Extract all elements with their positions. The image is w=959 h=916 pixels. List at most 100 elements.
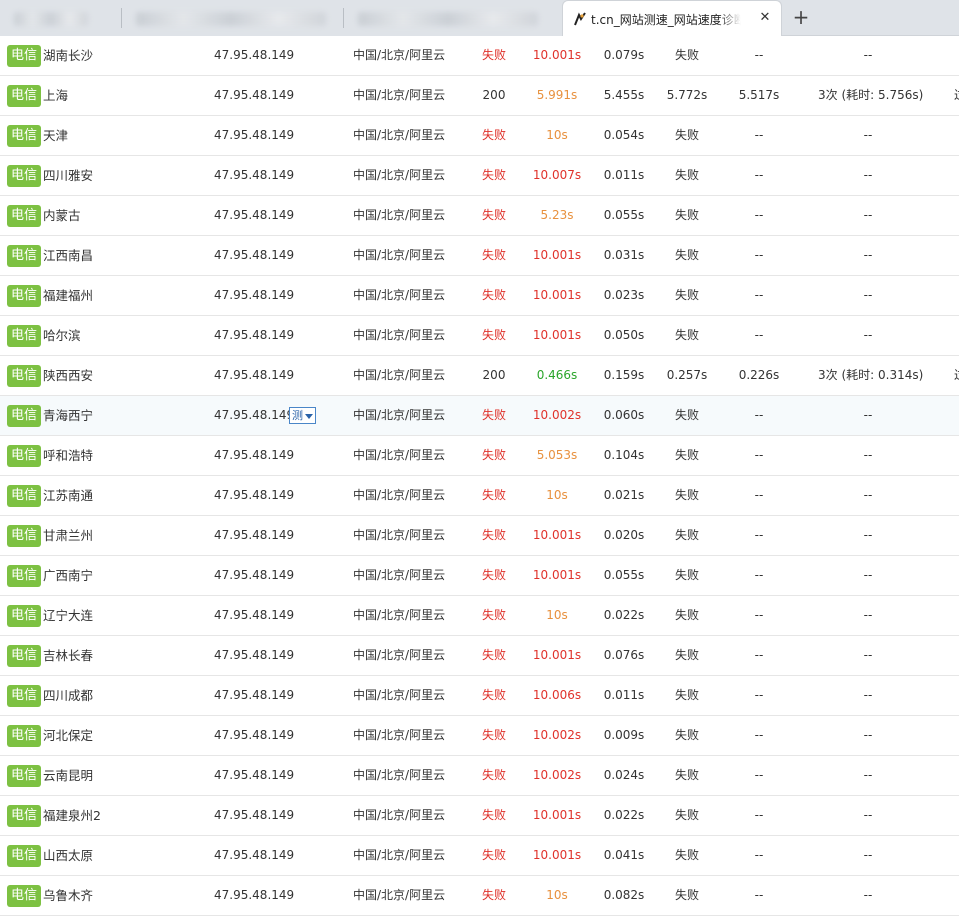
- connect-time: 失败: [674, 568, 699, 582]
- dns-time: 0.020s: [603, 528, 645, 542]
- table-row: 电信 吉林长春 47.95.48.149 中国/北京/阿里云 失败 10.001s 0.07…: [0, 636, 959, 676]
- ip-address: 47.95.48.149: [214, 528, 295, 542]
- test-dropdown-button[interactable]: 测: [289, 407, 316, 424]
- download-time: --: [754, 768, 764, 782]
- node-name: 吉林长春: [43, 648, 94, 663]
- dns-time: 0.060s: [603, 408, 645, 422]
- ip-address: 47.95.48.149: [214, 768, 295, 782]
- connect-time: 失败: [674, 208, 699, 222]
- http-status: 失败: [482, 288, 507, 302]
- redirect-info: --: [863, 248, 873, 262]
- site-favicon-icon: [574, 12, 586, 26]
- download-time: --: [754, 328, 764, 342]
- node-name: 乌鲁木齐: [43, 888, 94, 903]
- total-time: 10s: [546, 128, 568, 142]
- connect-time: 失败: [674, 248, 699, 262]
- redirect-info: --: [863, 328, 873, 342]
- ip-address: 47.95.48.149: [214, 48, 295, 62]
- dns-time: 0.104s: [603, 448, 645, 462]
- tab-title: t.cn_网站测速_网站速度诊断_: [591, 13, 741, 27]
- table-row: 电信 云南昆明 47.95.48.149 中国/北京/阿里云 失败 10.002s 0.02…: [0, 756, 959, 796]
- redirect-info: --: [863, 448, 873, 462]
- blurred-tab-title: [136, 12, 326, 26]
- download-time: --: [754, 808, 764, 822]
- isp-badge: 电信: [7, 645, 42, 667]
- redirect-info: --: [863, 408, 873, 422]
- isp-badge: 电信: [7, 365, 42, 387]
- node-name: 福建泉州2: [43, 808, 101, 823]
- dns-time: 0.054s: [603, 128, 645, 142]
- ip-location: 中国/北京/阿里云: [353, 248, 446, 262]
- isp-badge: 电信: [7, 205, 42, 227]
- close-tab-icon[interactable]: ✕: [757, 10, 773, 26]
- node-name: 天津: [43, 128, 69, 143]
- browser-tab[interactable]: [344, 0, 562, 36]
- connect-time: 失败: [674, 448, 699, 462]
- table-row: 电信 河北保定 47.95.48.149 中国/北京/阿里云 失败 10.002s 0.00…: [0, 716, 959, 756]
- isp-badge: 电信: [7, 765, 42, 787]
- connect-time: 失败: [674, 128, 699, 142]
- node-name: 四川雅安: [43, 168, 94, 183]
- node-name: 四川成都: [43, 688, 94, 703]
- ip-address: 47.95.48.149: [214, 608, 295, 622]
- test-button-label: 测: [292, 409, 303, 422]
- table-row: 电信 甘肃兰州 47.95.48.149 中国/北京/阿里云 失败 10.001s 0.02…: [0, 516, 959, 556]
- download-time: --: [754, 408, 764, 422]
- http-status: 失败: [482, 768, 507, 782]
- caret-down-icon: [305, 413, 313, 419]
- dns-time: 0.076s: [603, 648, 645, 662]
- node-name: 内蒙古: [43, 208, 81, 223]
- browser-tab-active[interactable]: t.cn_网站测速_网站速度诊断_ ✕: [562, 0, 782, 36]
- isp-badge: 电信: [7, 605, 42, 627]
- ip-address: 47.95.48.149: [214, 648, 295, 662]
- ip-location: 中国/北京/阿里云: [353, 568, 446, 582]
- ip-location: 中国/北京/阿里云: [353, 208, 446, 222]
- total-time: 10.001s: [532, 248, 582, 262]
- http-status: 200: [482, 368, 506, 382]
- node-name: 青海西宁: [43, 408, 94, 423]
- node-name: 江苏南通: [43, 488, 94, 503]
- total-time: 10s: [546, 888, 568, 902]
- table-row: 电信 上海 47.95.48.149 中国/北京/阿里云 200 5.991s 5.455s…: [0, 76, 959, 116]
- ip-address: 47.95.48.149: [214, 288, 295, 302]
- http-status: 失败: [482, 528, 507, 542]
- node-name: 湖南长沙: [43, 48, 94, 63]
- total-time: 10.007s: [532, 168, 582, 182]
- new-tab-button[interactable]: +: [789, 5, 813, 29]
- total-time: 10.001s: [532, 808, 582, 822]
- redirect-info: --: [863, 168, 873, 182]
- http-status: 失败: [482, 128, 507, 142]
- isp-badge: 电信: [7, 565, 42, 587]
- http-status: 失败: [482, 48, 507, 62]
- download-time: --: [754, 888, 764, 902]
- redirect-info: --: [863, 888, 873, 902]
- total-time: 10.001s: [532, 568, 582, 582]
- download-time: --: [754, 248, 764, 262]
- browser-tab[interactable]: [122, 0, 344, 36]
- ip-location: 中国/北京/阿里云: [353, 368, 446, 382]
- ip-location: 中国/北京/阿里云: [353, 408, 446, 422]
- table-row: 电信 呼和浩特 47.95.48.149 中国/北京/阿里云 失败 5.053s 0.104…: [0, 436, 959, 476]
- isp-badge: 电信: [7, 325, 42, 347]
- ip-location: 中国/北京/阿里云: [353, 648, 446, 662]
- dns-time: 5.455s: [603, 88, 645, 102]
- dns-time: 0.009s: [603, 728, 645, 742]
- connect-time: 失败: [674, 408, 699, 422]
- ip-address: 47.95.48.149: [214, 408, 295, 422]
- isp-badge: 电信: [7, 725, 42, 747]
- row-overflow-text: 过: [954, 356, 959, 395]
- dns-time: 0.079s: [603, 48, 645, 62]
- download-time: --: [754, 48, 764, 62]
- browser-tab[interactable]: [0, 0, 122, 36]
- node-name: 辽宁大连: [43, 608, 94, 623]
- http-status: 失败: [482, 248, 507, 262]
- ip-location: 中国/北京/阿里云: [353, 888, 446, 902]
- ip-location: 中国/北京/阿里云: [353, 768, 446, 782]
- isp-badge: 电信: [7, 165, 42, 187]
- total-time: 10.001s: [532, 48, 582, 62]
- total-time: 10.001s: [532, 848, 582, 862]
- redirect-info: 3次 (耗时: 0.314s): [818, 368, 924, 382]
- table-row: 电信 四川成都 47.95.48.149 中国/北京/阿里云 失败 10.006s 0.01…: [0, 676, 959, 716]
- total-time: 10.001s: [532, 528, 582, 542]
- http-status: 失败: [482, 608, 507, 622]
